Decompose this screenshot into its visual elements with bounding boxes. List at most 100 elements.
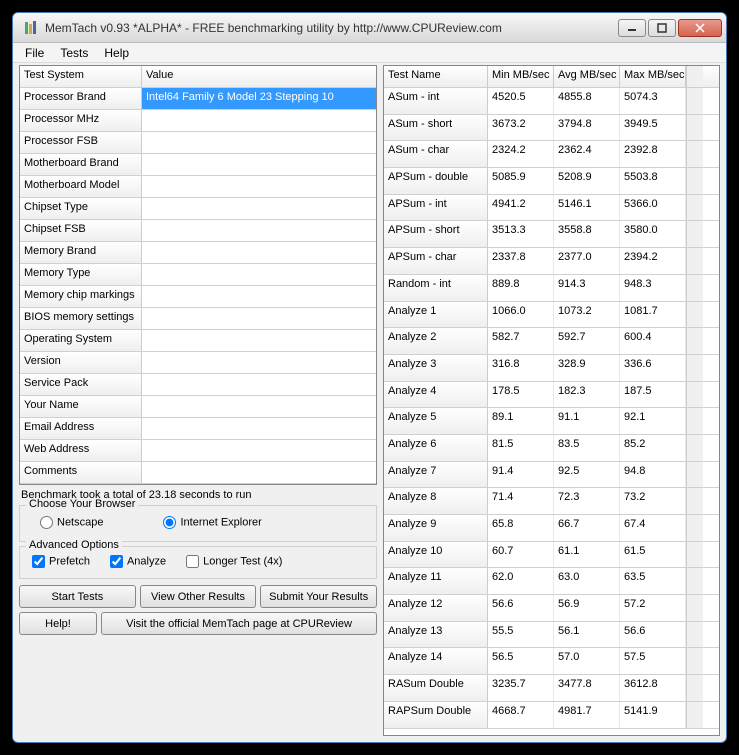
system-row[interactable]: Processor MHz: [20, 110, 376, 132]
result-row[interactable]: Analyze 871.472.373.2: [384, 488, 719, 515]
system-row-value[interactable]: [142, 396, 376, 417]
result-row[interactable]: Analyze 11066.01073.21081.7: [384, 302, 719, 329]
scrollbar-track[interactable]: [686, 248, 703, 274]
result-row[interactable]: Analyze 1456.557.057.5: [384, 648, 719, 675]
result-row[interactable]: Random - int889.8914.3948.3: [384, 275, 719, 302]
check-prefetch[interactable]: Prefetch: [32, 555, 90, 568]
scrollbar-track[interactable]: [686, 195, 703, 221]
result-row[interactable]: Analyze 965.866.767.4: [384, 515, 719, 542]
system-row-value[interactable]: [142, 462, 376, 483]
scrollbar-track[interactable]: [686, 115, 703, 141]
result-row[interactable]: Analyze 3316.8328.9336.6: [384, 355, 719, 382]
visit-page-button[interactable]: Visit the official MemTach page at CPURe…: [101, 612, 377, 635]
col-avg[interactable]: Avg MB/sec: [554, 66, 620, 87]
system-row[interactable]: Processor BrandIntel64 Family 6 Model 23…: [20, 88, 376, 110]
scrollbar-track[interactable]: [686, 302, 703, 328]
system-row-value[interactable]: [142, 330, 376, 351]
scrollbar-track[interactable]: [686, 355, 703, 381]
scrollbar-track[interactable]: [686, 622, 703, 648]
system-row[interactable]: Motherboard Model: [20, 176, 376, 198]
system-row-value[interactable]: [142, 176, 376, 197]
system-row[interactable]: Operating System: [20, 330, 376, 352]
system-row[interactable]: Email Address: [20, 418, 376, 440]
check-analyze[interactable]: Analyze: [110, 555, 166, 568]
system-row[interactable]: BIOS memory settings: [20, 308, 376, 330]
system-row-value[interactable]: [142, 308, 376, 329]
system-row[interactable]: Your Name: [20, 396, 376, 418]
system-row-value[interactable]: [142, 286, 376, 307]
scrollbar-track[interactable]: [686, 595, 703, 621]
result-row[interactable]: Analyze 791.492.594.8: [384, 462, 719, 489]
help-button[interactable]: Help!: [19, 612, 97, 635]
result-row[interactable]: ASum - char2324.22362.42392.8: [384, 141, 719, 168]
system-row-value[interactable]: [142, 264, 376, 285]
result-row[interactable]: ASum - short3673.23794.83949.5: [384, 115, 719, 142]
maximize-button[interactable]: [648, 19, 676, 37]
check-longer[interactable]: Longer Test (4x): [186, 555, 282, 568]
scrollbar-track[interactable]: [686, 328, 703, 354]
titlebar[interactable]: MemTach v0.93 *ALPHA* - FREE benchmarkin…: [13, 13, 726, 43]
scrollbar-track[interactable]: [686, 542, 703, 568]
system-row-value[interactable]: [142, 374, 376, 395]
scrollbar-track[interactable]: [686, 462, 703, 488]
radio-ie[interactable]: Internet Explorer: [163, 516, 261, 529]
system-row[interactable]: Chipset Type: [20, 198, 376, 220]
scrollbar-track[interactable]: [686, 168, 703, 194]
result-row[interactable]: APSum - double5085.95208.95503.8: [384, 168, 719, 195]
system-row[interactable]: Chipset FSB: [20, 220, 376, 242]
col-test-system[interactable]: Test System: [20, 66, 142, 87]
menu-help[interactable]: Help: [96, 44, 137, 62]
col-max[interactable]: Max MB/sec: [620, 66, 686, 87]
system-row[interactable]: Motherboard Brand: [20, 154, 376, 176]
system-row-value[interactable]: [142, 242, 376, 263]
system-row-value[interactable]: [142, 440, 376, 461]
result-row[interactable]: ASum - int4520.54855.85074.3: [384, 88, 719, 115]
radio-netscape[interactable]: Netscape: [40, 516, 103, 529]
system-row[interactable]: Memory chip markings: [20, 286, 376, 308]
view-results-button[interactable]: View Other Results: [140, 585, 257, 608]
scrollbar-track[interactable]: [686, 435, 703, 461]
result-row[interactable]: Analyze 681.583.585.2: [384, 435, 719, 462]
result-row[interactable]: Analyze 589.191.192.1: [384, 408, 719, 435]
minimize-button[interactable]: [618, 19, 646, 37]
system-row-value[interactable]: [142, 154, 376, 175]
col-min[interactable]: Min MB/sec: [488, 66, 554, 87]
system-row-value[interactable]: [142, 110, 376, 131]
system-row[interactable]: Memory Type: [20, 264, 376, 286]
result-row[interactable]: Analyze 4178.5182.3187.5: [384, 382, 719, 409]
result-row[interactable]: APSum - char2337.82377.02394.2: [384, 248, 719, 275]
col-test-name[interactable]: Test Name: [384, 66, 488, 87]
start-tests-button[interactable]: Start Tests: [19, 585, 136, 608]
system-row[interactable]: Service Pack: [20, 374, 376, 396]
system-info-grid[interactable]: Test System Value Processor BrandIntel64…: [19, 65, 377, 485]
system-row-value[interactable]: [142, 198, 376, 219]
submit-results-button[interactable]: Submit Your Results: [260, 585, 377, 608]
result-row[interactable]: Analyze 1355.556.156.6: [384, 622, 719, 649]
scrollbar-track[interactable]: [686, 408, 703, 434]
system-row[interactable]: Version: [20, 352, 376, 374]
scrollbar-track[interactable]: [686, 141, 703, 167]
system-row-value[interactable]: [142, 220, 376, 241]
col-value[interactable]: Value: [142, 66, 376, 87]
system-row-value[interactable]: [142, 418, 376, 439]
system-row-value[interactable]: Intel64 Family 6 Model 23 Stepping 10: [142, 88, 376, 109]
result-row[interactable]: Analyze 1060.761.161.5: [384, 542, 719, 569]
menu-tests[interactable]: Tests: [52, 44, 96, 62]
result-row[interactable]: APSum - int4941.25146.15366.0: [384, 195, 719, 222]
result-row[interactable]: Analyze 2582.7592.7600.4: [384, 328, 719, 355]
scrollbar-track[interactable]: [686, 488, 703, 514]
result-row[interactable]: RAPSum Double4668.74981.75141.9: [384, 702, 719, 729]
result-row[interactable]: RASum Double3235.73477.83612.8: [384, 675, 719, 702]
result-row[interactable]: Analyze 1162.063.063.5: [384, 568, 719, 595]
scrollbar-track[interactable]: [686, 568, 703, 594]
scrollbar-track[interactable]: [686, 515, 703, 541]
scrollbar-track[interactable]: [686, 648, 703, 674]
scrollbar-track[interactable]: [686, 702, 703, 728]
scrollbar-track[interactable]: [686, 275, 703, 301]
scrollbar-track[interactable]: [686, 675, 703, 701]
system-row[interactable]: Web Address: [20, 440, 376, 462]
system-row-value[interactable]: [142, 132, 376, 153]
scrollbar-track[interactable]: [686, 221, 703, 247]
system-row[interactable]: Memory Brand: [20, 242, 376, 264]
scrollbar-track[interactable]: [686, 88, 703, 114]
